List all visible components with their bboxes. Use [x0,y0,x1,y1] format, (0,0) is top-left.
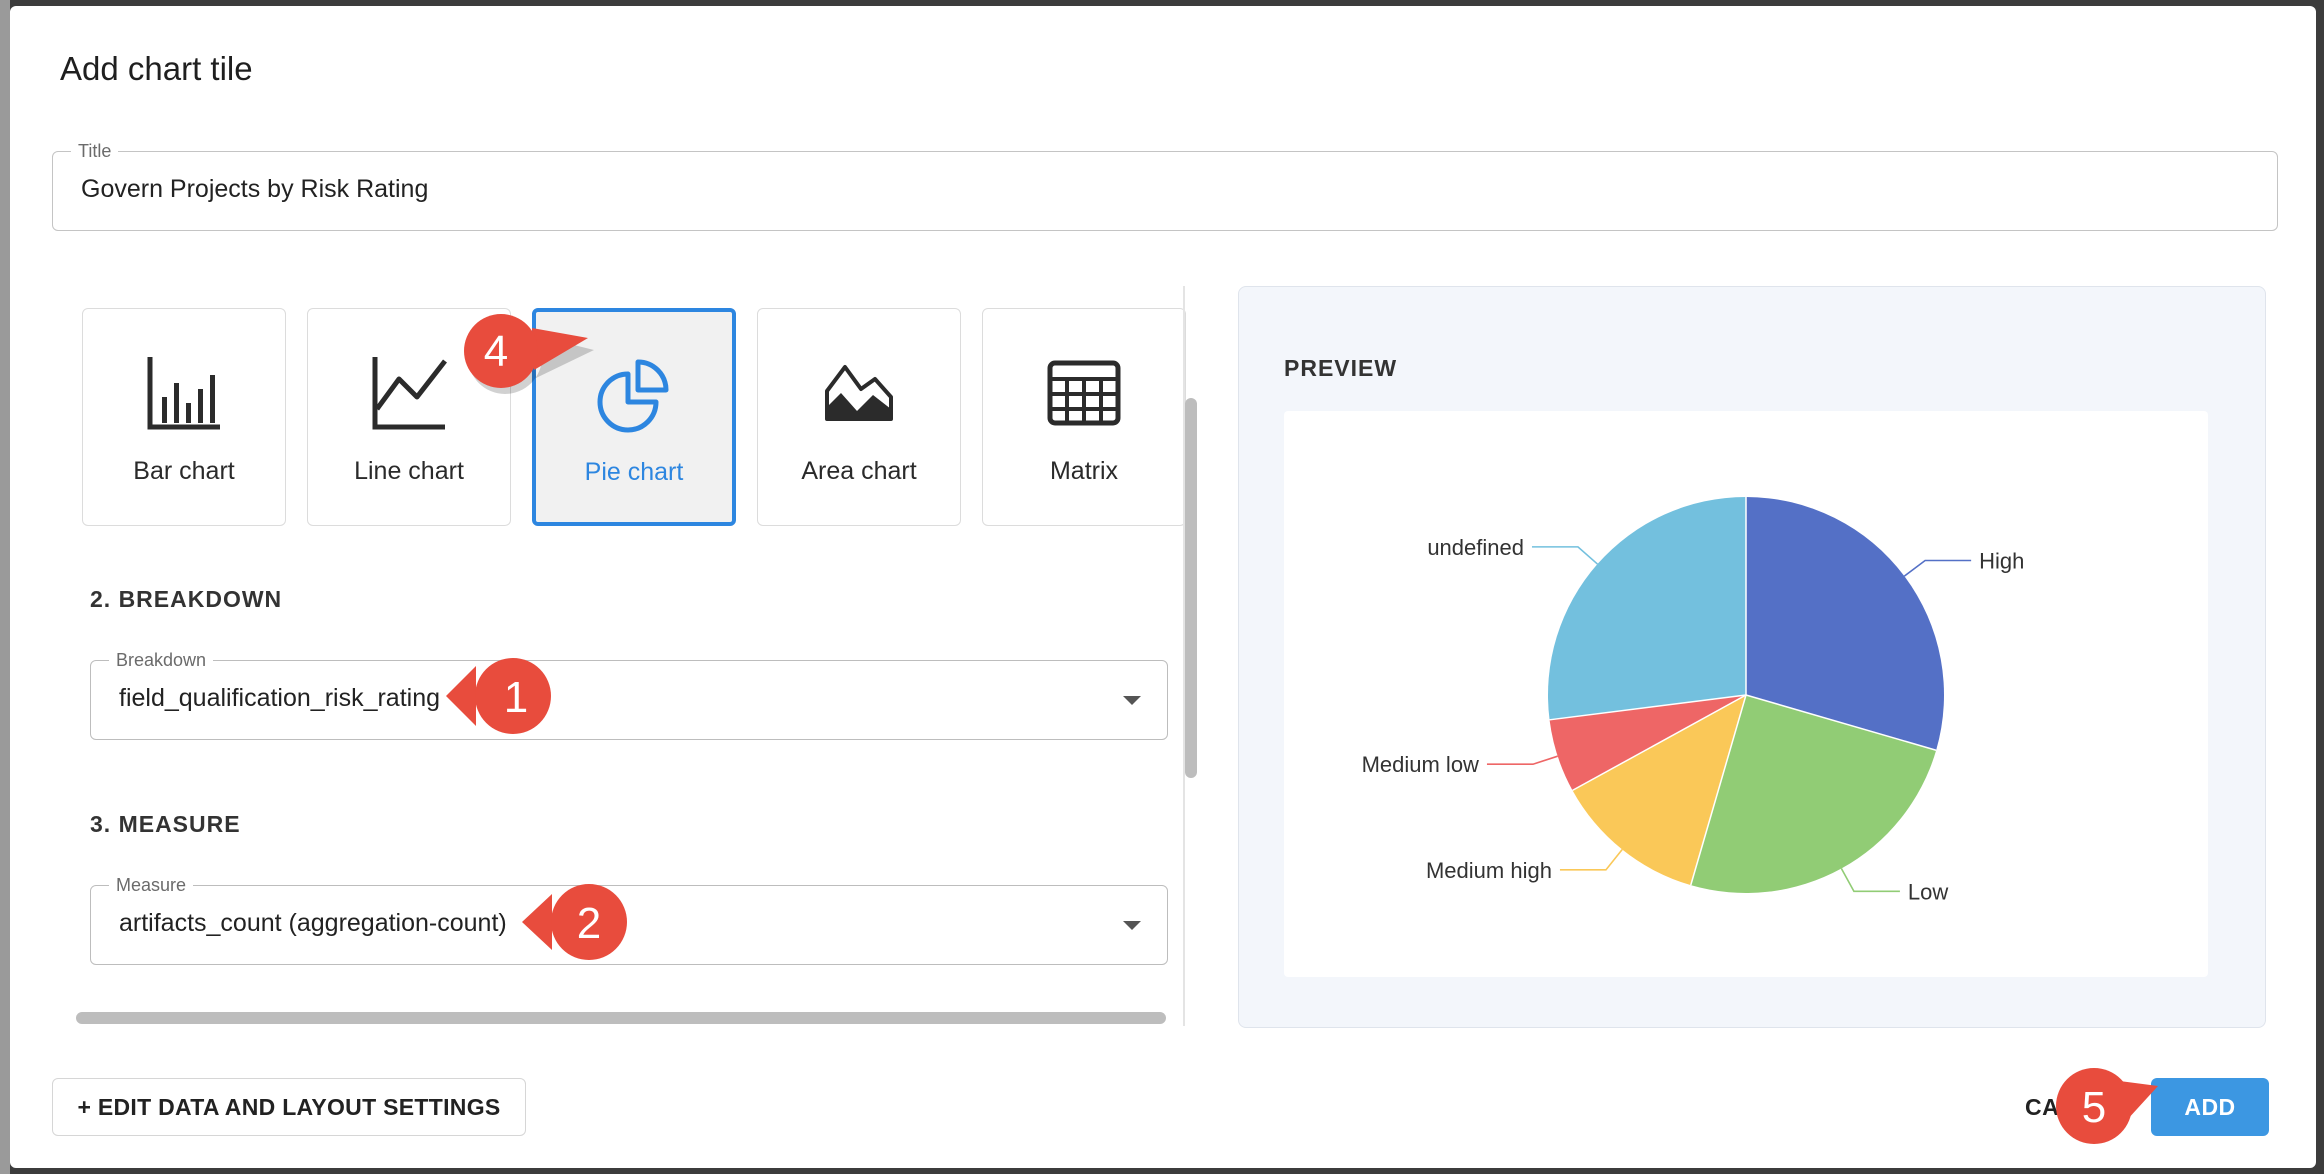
breakdown-heading: 2. BREAKDOWN [90,586,283,612]
preview-chart: High Low Medium high Medium low undefined [1284,411,2208,977]
dialog-title: Add chart tile [60,50,253,87]
pie-label: Low [1908,879,1948,904]
area-chart-icon [825,365,893,421]
title-field-label: Title [71,141,119,162]
title-input[interactable]: Govern Projects by Risk Rating [81,175,428,204]
measure-select-label: Measure [109,875,194,896]
pie-chart: High Low Medium high Medium low undefined [1362,497,2024,904]
preview-heading: PREVIEW [1284,355,1398,381]
chart-type-label: Matrix [1049,457,1119,485]
title-field[interactable]: Title Govern Projects by Risk Rating [52,141,2278,231]
callout-4: 4 [456,312,616,407]
measure-heading: 3. MEASURE [90,811,241,837]
bar-chart-icon [147,357,220,430]
pie-label: High [1979,549,2024,574]
preview-panel: PREVIEW High Low Medium high Medium low unde… [1238,286,2266,1028]
chart-type-label: Area chart [801,457,917,485]
chart-type-bar[interactable]: Bar chart [82,308,286,526]
chevron-down-icon [1123,921,1141,930]
pie-label-line [1840,868,1900,893]
add-chart-tile-dialog: Add chart tile Title Govern Projects by … [10,6,2316,1168]
callout-number: 2 [577,899,601,948]
callout-1: 1 [440,656,570,751]
pie-slice-undefined[interactable] [1548,497,1746,720]
measure-select-value: artifacts_count (aggregation-count) [119,909,507,937]
line-chart-icon [372,357,447,430]
chart-type-label: Line chart [354,457,464,485]
pie-label: Medium low [1362,752,1479,777]
pie-label-line [1486,755,1558,766]
pie-label: undefined [1427,535,1524,560]
horizontal-scrollbar[interactable] [76,1012,1166,1024]
chart-type-selector: Bar chart Line chart Pie chart Area char… [82,308,1192,530]
pie-label-line [1559,849,1623,871]
chart-type-area[interactable]: Area chart [757,308,961,526]
callout-5: 5 [2052,1066,2172,1161]
edit-data-layout-button[interactable]: + EDIT DATA AND LAYOUT SETTINGS [52,1078,526,1136]
matrix-icon [1047,360,1121,426]
chart-type-label: Pie chart [584,458,684,486]
callout-2: 2 [516,882,646,977]
breakdown-select-label: Breakdown [109,650,214,671]
callout-number: 1 [504,673,528,722]
pie-label: Medium high [1426,858,1552,883]
callout-number: 5 [2082,1083,2106,1132]
breakdown-select-value: field_qualification_risk_rating [119,684,441,712]
vertical-scrollbar[interactable] [1185,398,1197,778]
callout-number: 4 [484,327,508,376]
pie-label-line [1903,559,1972,577]
chart-type-matrix[interactable]: Matrix [982,308,1186,526]
chevron-down-icon [1123,696,1141,705]
breakdown-select[interactable]: Breakdown field_qualification_risk_ratin… [90,650,1168,740]
pie-label-line [1531,546,1599,565]
page-backdrop [0,0,10,1174]
chart-type-label: Bar chart [133,457,235,485]
